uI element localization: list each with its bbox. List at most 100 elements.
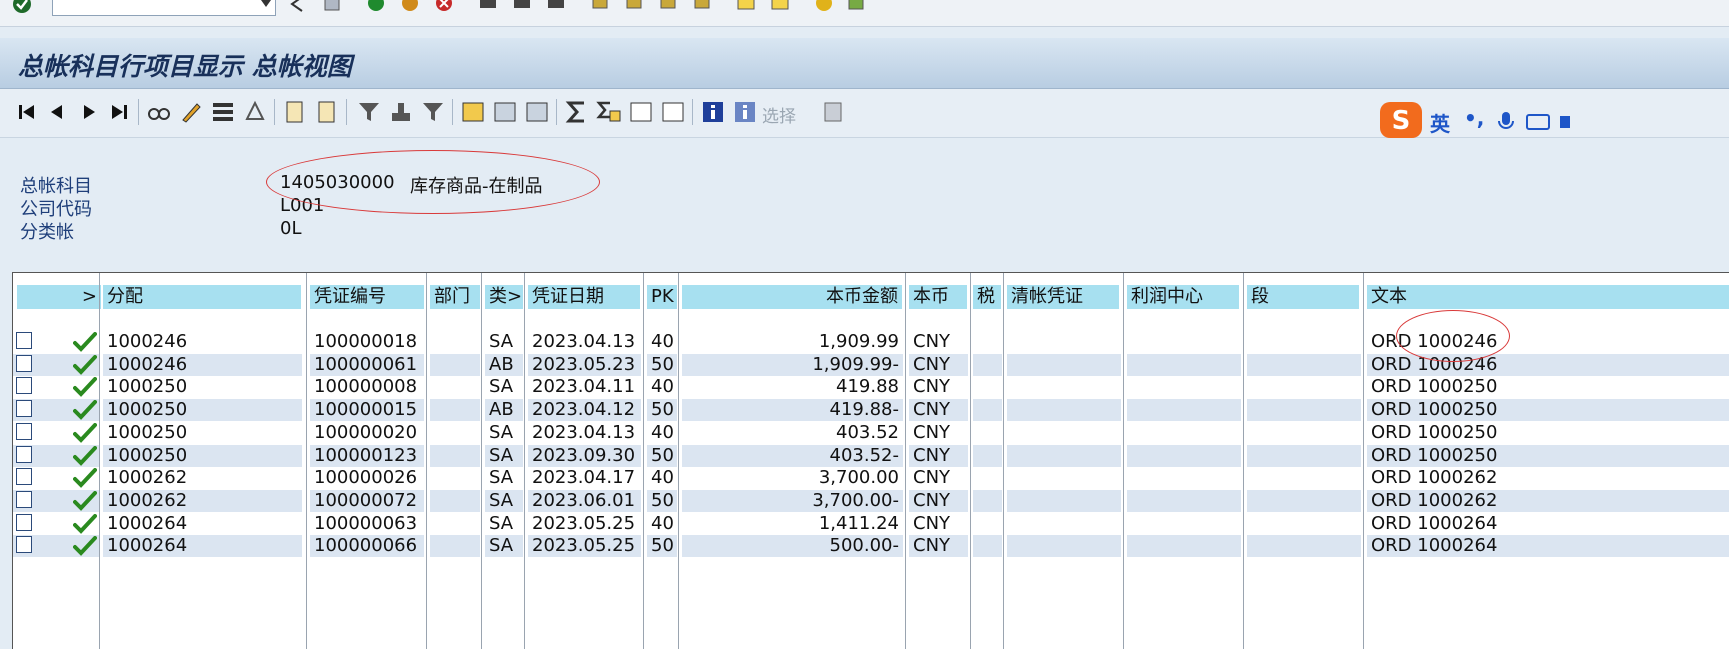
cell-department[interactable] xyxy=(430,535,480,558)
cell-currency[interactable]: CNY xyxy=(909,489,968,512)
cell-doc-number[interactable]: 100000061 xyxy=(310,353,424,376)
cell-tax[interactable] xyxy=(973,331,1002,353)
cell-tax[interactable] xyxy=(973,467,1002,490)
enter-check-icon[interactable] xyxy=(12,0,32,14)
row-checkbox[interactable] xyxy=(16,422,32,440)
cell-tax[interactable] xyxy=(973,535,1002,558)
first-row-icon[interactable] xyxy=(14,99,40,125)
subtotal-icon[interactable] xyxy=(596,99,622,125)
cell-profit-center[interactable] xyxy=(1127,467,1241,490)
cell-segment[interactable] xyxy=(1247,535,1361,558)
cell-text[interactable]: ORD 1000262 xyxy=(1367,489,1729,512)
cell-segment[interactable] xyxy=(1247,421,1361,444)
layout-menu-icon[interactable] xyxy=(846,0,866,14)
cell-doc-number[interactable]: 100000020 xyxy=(310,421,424,444)
ime-language-toggle[interactable]: 英 xyxy=(1430,108,1450,137)
table-row[interactable]: 1000264 100000066 SA 2023.05.25 50 500.00- CNY… xyxy=(13,535,1729,558)
cell-text[interactable]: ORD 1000264 xyxy=(1367,535,1729,558)
cell-posting-key[interactable]: 50 xyxy=(647,535,677,558)
last-row-icon[interactable] xyxy=(106,99,132,125)
cell-amount[interactable]: 3,700.00 xyxy=(682,467,903,490)
cell-doc-type[interactable]: SA xyxy=(485,331,523,353)
cell-doc-date[interactable]: 2023.04.12 xyxy=(528,399,641,422)
cell-profit-center[interactable] xyxy=(1127,376,1241,399)
cell-posting-key[interactable]: 50 xyxy=(647,399,677,422)
column-header-doc-type[interactable]: 类> xyxy=(485,285,523,309)
cell-clearing-doc[interactable] xyxy=(1007,399,1121,422)
prev-row-icon[interactable] xyxy=(44,99,70,125)
expand-icon[interactable] xyxy=(628,99,654,125)
cell-amount[interactable]: 419.88- xyxy=(682,399,903,422)
cell-amount[interactable]: 500.00- xyxy=(682,535,903,558)
cell-doc-type[interactable]: SA xyxy=(485,489,523,512)
find-next-icon[interactable] xyxy=(546,0,566,14)
find-icon[interactable] xyxy=(512,0,532,14)
cell-currency[interactable]: CNY xyxy=(909,331,968,353)
row-checkbox[interactable] xyxy=(16,332,32,349)
cell-tax[interactable] xyxy=(973,353,1002,376)
cell-posting-key[interactable]: 40 xyxy=(647,467,677,490)
grid-layout-icon[interactable] xyxy=(460,99,486,125)
cell-posting-key[interactable]: 50 xyxy=(647,444,677,467)
cell-doc-type[interactable]: SA xyxy=(485,376,523,399)
cell-posting-key[interactable]: 40 xyxy=(647,512,677,535)
chevron-down-icon[interactable] xyxy=(261,0,271,7)
cell-doc-date[interactable]: 2023.06.01 xyxy=(528,489,641,512)
cell-posting-key[interactable]: 40 xyxy=(647,331,677,353)
column-header-doc-number[interactable]: 凭证编号 xyxy=(310,285,424,309)
cell-clearing-doc[interactable] xyxy=(1007,421,1121,444)
cell-currency[interactable]: CNY xyxy=(909,512,968,535)
cell-assignment[interactable]: 1000246 xyxy=(103,353,302,376)
document-details-icon[interactable] xyxy=(314,99,340,125)
document-overview-icon[interactable] xyxy=(282,99,308,125)
ime-punctuation-toggle[interactable]: •, xyxy=(1464,106,1484,130)
cell-assignment[interactable]: 1000264 xyxy=(103,535,302,558)
cell-doc-date[interactable]: 2023.04.13 xyxy=(528,421,641,444)
prev-page-icon[interactable] xyxy=(624,0,644,14)
cell-department[interactable] xyxy=(430,353,480,376)
cell-assignment[interactable]: 1000250 xyxy=(103,399,302,422)
cell-clearing-doc[interactable] xyxy=(1007,376,1121,399)
back-arrow-icon[interactable] xyxy=(288,0,308,14)
cell-doc-type[interactable]: SA xyxy=(485,444,523,467)
row-checkbox[interactable] xyxy=(16,536,32,554)
table-row[interactable]: 1000250 100000123 SA 2023.09.30 50 403.52- CNY… xyxy=(13,444,1729,468)
info-icon[interactable] xyxy=(700,99,726,125)
cell-posting-key[interactable]: 50 xyxy=(647,353,677,376)
column-header-assignment[interactable]: 分配 xyxy=(103,285,301,309)
change-layout-icon[interactable] xyxy=(492,99,518,125)
back-icon[interactable] xyxy=(366,0,386,14)
column-header-doc-date[interactable]: 凭证日期 xyxy=(528,285,640,309)
cell-currency[interactable]: CNY xyxy=(909,467,968,490)
cell-clearing-doc[interactable] xyxy=(1007,512,1121,535)
cell-currency[interactable]: CNY xyxy=(909,376,968,399)
cell-profit-center[interactable] xyxy=(1127,512,1241,535)
cell-doc-type[interactable]: SA xyxy=(485,467,523,490)
cell-segment[interactable] xyxy=(1247,376,1361,399)
row-checkbox[interactable] xyxy=(16,513,32,531)
cell-tax[interactable] xyxy=(973,376,1002,399)
sort-ascending-icon[interactable] xyxy=(388,99,414,125)
cell-tax[interactable] xyxy=(973,421,1002,444)
cell-doc-type[interactable]: SA xyxy=(485,421,523,444)
cell-doc-number[interactable]: 100000008 xyxy=(310,376,424,399)
cell-doc-type[interactable]: SA xyxy=(485,512,523,535)
cell-amount[interactable]: 1,411.24 xyxy=(682,512,903,535)
cell-doc-date[interactable]: 2023.05.25 xyxy=(528,535,641,558)
cell-text[interactable]: ORD 1000250 xyxy=(1367,399,1729,422)
cell-clearing-doc[interactable] xyxy=(1007,467,1121,490)
cell-department[interactable] xyxy=(430,399,480,422)
microphone-icon[interactable] xyxy=(1496,110,1516,134)
cell-amount[interactable]: 403.52- xyxy=(682,444,903,467)
column-header-clearing-doc[interactable]: 清帐凭证 xyxy=(1007,285,1119,309)
cell-tax[interactable] xyxy=(973,489,1002,512)
cell-currency[interactable]: CNY xyxy=(909,399,968,422)
cell-doc-type[interactable]: AB xyxy=(485,399,523,422)
sort-descending-icon[interactable] xyxy=(420,99,446,125)
ime-more-icon[interactable] xyxy=(1558,112,1572,132)
column-header-segment[interactable]: 段 xyxy=(1247,285,1359,309)
cell-posting-key[interactable]: 40 xyxy=(647,421,677,444)
cell-amount[interactable]: 403.52 xyxy=(682,421,903,444)
cell-text[interactable]: ORD 1000250 xyxy=(1367,376,1729,399)
column-header-department[interactable]: 部门 xyxy=(430,285,480,309)
